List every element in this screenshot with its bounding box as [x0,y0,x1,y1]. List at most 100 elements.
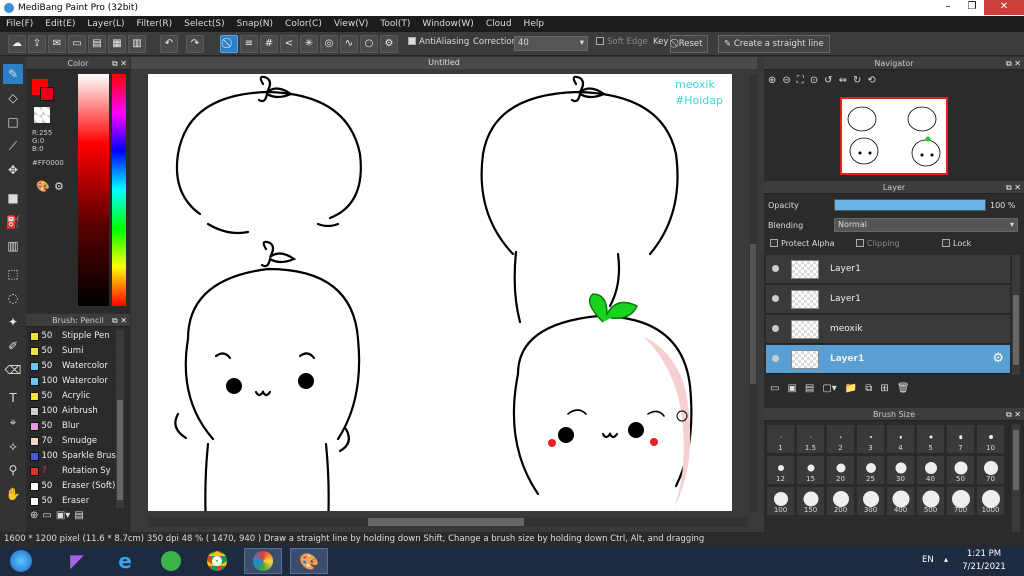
brush-size-option[interactable]: 300 [856,486,885,516]
layer-row[interactable]: meoxik [766,315,1010,344]
correction-select[interactable]: 40 ▾ [514,36,588,51]
snap-off-icon[interactable]: ⃠ [220,35,238,53]
fit-icon[interactable]: ⛶ [797,75,804,86]
layer-row[interactable]: Layer1 ⚙ [766,345,1010,374]
layer-list-scrollbar[interactable] [1012,255,1020,375]
undo-icon[interactable]: ↶ [160,35,178,53]
brush-list-item[interactable]: 50 Stipple Pen [28,329,116,344]
brush-size-option[interactable]: 700 [946,486,975,516]
share-icon[interactable]: ⇪ [28,35,46,53]
close-button[interactable]: ✕ [984,0,1024,15]
maximize-button[interactable]: ❐ [960,0,984,15]
brush-size-option[interactable]: 5 [916,424,945,454]
brush-size-option[interactable]: 500 [916,486,945,516]
tray-arrow-icon[interactable]: ▴ [944,555,948,564]
protect-alpha-checkbox[interactable]: Protect Alpha [770,239,835,248]
menu-color[interactable]: Color(C) [279,19,328,29]
cloud-icon[interactable]: ☁ [8,35,26,53]
language-indicator[interactable]: EN [922,555,934,565]
dot-tool-icon[interactable]: □ [3,112,23,132]
reset-button[interactable]: ⃠ Reset [670,35,709,53]
lasso-icon[interactable]: ◌ [3,288,23,308]
zoom-out-icon[interactable]: ⊖ [782,75,790,86]
eraser-tool-icon[interactable]: ◇ [3,88,23,108]
brush-size-option[interactable]: 150 [796,486,825,516]
save-icon[interactable]: ▤ [88,35,106,53]
blending-select[interactable]: Normal ▾ [834,218,1018,232]
redo-icon[interactable]: ↷ [186,35,204,53]
comment-icon[interactable]: ✉ [48,35,66,53]
brush-size-option[interactable]: 25 [856,455,885,485]
brush-tool-icon[interactable]: ✎ [3,64,23,84]
hue-slider[interactable] [112,74,126,306]
menu-view[interactable]: View(V) [328,19,375,29]
scrollbar-thumb[interactable] [117,400,123,500]
brush-list-item[interactable]: 70 Smudge [28,434,116,449]
brush-size-option[interactable]: 50 [946,455,975,485]
new-brush-icon[interactable]: ▭ [42,510,51,521]
grid-icon[interactable]: ▥ [128,35,146,53]
brush-list-item[interactable]: 50 Eraser (Soft) [28,479,116,494]
text-tool-icon[interactable]: T [3,388,23,408]
brush-list-item[interactable]: 100 Watercolor [28,374,116,389]
brush-list-item[interactable]: 50 Blur [28,419,116,434]
menu-filter[interactable]: Filter(R) [131,19,179,29]
zoom-in-icon[interactable]: ⊕ [768,75,776,86]
select-eraser-icon[interactable]: ⌫ [3,360,23,380]
add-layer-menu-icon[interactable]: ▢▾ [822,383,836,394]
menu-tool[interactable]: Tool(T) [374,19,416,29]
document-tab[interactable]: Untitled [131,57,757,69]
taskbar-coccoc[interactable] [152,548,190,574]
layer-row[interactable]: Layer1 [766,285,1010,314]
palette-settings-icon[interactable]: ⚙ [54,180,64,193]
brush-list-item[interactable]: 50 Acrylic [28,389,116,404]
menu-window[interactable]: Window(W) [416,19,479,29]
menu-file[interactable]: File(F) [0,19,39,29]
soft-edge-checkbox[interactable]: Soft Edge [596,37,648,47]
export-icon[interactable]: ▦ [108,35,126,53]
brush-size-option[interactable]: 7 [946,424,975,454]
brush-size-option[interactable]: 400 [886,486,915,516]
menu-cloud[interactable]: Cloud [480,19,518,29]
flip-icon[interactable]: ⇔ [839,75,847,86]
brush-size-option[interactable]: 1.5 [796,424,825,454]
clock[interactable]: 1:21 PM 7/21/2021 [962,548,1006,574]
bucket-tool-icon[interactable]: ⛽ [3,212,23,232]
brush-list-scrollbar[interactable] [116,330,124,508]
circle-snap-icon[interactable]: ◎ [320,35,338,53]
menu-edit[interactable]: Edit(E) [39,19,81,29]
cross-snap-icon[interactable]: # [260,35,278,53]
panel-close-icon[interactable]: ⧉ ✕ [112,314,127,327]
operation-tool-icon[interactable]: ⌖ [3,412,23,432]
brush-list-item[interactable]: 50 Watercolor [28,359,116,374]
menu-select[interactable]: Select(S) [178,19,231,29]
rotate-right-icon[interactable]: ↻ [853,75,861,86]
brush-size-option[interactable]: 20 [826,455,855,485]
taskbar-medibang[interactable] [244,548,282,574]
menu-layer[interactable]: Layer(L) [81,19,130,29]
merge-layer-icon[interactable]: ⊞ [880,383,888,394]
settings-icon[interactable]: ⚙ [380,35,398,53]
canvas-horizontal-scrollbar[interactable] [148,517,748,527]
delete-layer-icon[interactable]: 🗑 [897,383,910,394]
pen-tool-icon[interactable]: ⟋ [3,136,23,156]
brush-size-option[interactable]: 1000 [976,486,1005,516]
scrollbar-thumb[interactable] [1013,295,1019,365]
hand-tool-icon[interactable]: ✋ [3,484,23,504]
actual-size-icon[interactable]: ⊙ [810,75,818,86]
brush-size-option[interactable]: 70 [976,455,1005,485]
brush-list-item[interactable]: 100 Sparkle Brush [28,449,116,464]
navigator-preview[interactable] [840,97,948,175]
move-tool-icon[interactable]: ✥ [3,160,23,180]
start-button[interactable] [2,548,40,574]
visibility-icon[interactable] [772,295,779,302]
straight-line-button[interactable]: ✎ Create a straight line [718,35,830,53]
brush-list-item[interactable]: 100 Airbrush [28,404,116,419]
visibility-icon[interactable] [772,355,779,362]
brush-list-item[interactable]: 50 Sumi [28,344,116,359]
brush-menu-icon[interactable]: ▣▾ [56,510,70,521]
palette-icon[interactable]: 🎨 [36,180,50,193]
radial-snap-icon[interactable]: ✳ [300,35,318,53]
taskbar-paint[interactable]: 🎨 [290,548,328,574]
opacity-slider[interactable] [834,199,986,211]
